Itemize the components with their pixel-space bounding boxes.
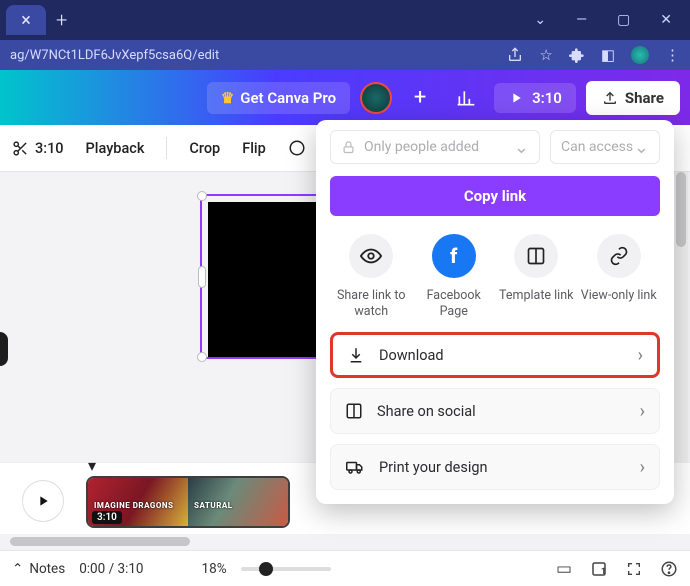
facebook-icon: f bbox=[432, 234, 476, 278]
resize-handle-bl[interactable] bbox=[197, 352, 207, 362]
new-tab-button[interactable]: + bbox=[56, 8, 67, 32]
share-social-option[interactable]: Share on social › bbox=[330, 388, 660, 434]
share-url-icon[interactable] bbox=[507, 47, 523, 63]
address-url[interactable]: ag/W7NCt1LDF6JvXepf5csa6Q/edit bbox=[10, 48, 219, 63]
bookmark-star-icon[interactable]: ☆ bbox=[539, 46, 552, 64]
trim-tool[interactable]: 3:10 bbox=[12, 140, 64, 157]
copy-link-button[interactable]: Copy link bbox=[330, 176, 660, 216]
notes-toggle[interactable]: ⌃ Notes bbox=[12, 561, 65, 577]
get-pro-label: Get Canva Pro bbox=[240, 89, 336, 107]
window-minimize-icon[interactable]: — bbox=[576, 12, 587, 28]
help-icon[interactable] bbox=[660, 560, 678, 578]
download-icon bbox=[347, 346, 365, 364]
chevron-up-icon: ⌃ bbox=[12, 561, 23, 577]
access-perm-label: Can access bbox=[561, 139, 633, 155]
social-icon bbox=[345, 402, 363, 420]
timeline-playhead-icon[interactable]: ▾ bbox=[88, 456, 96, 475]
timeline-clips[interactable]: IMAGINE DRAGONS 3:10 SATURAL bbox=[86, 476, 290, 528]
trim-time: 3:10 bbox=[35, 140, 64, 157]
play-icon bbox=[508, 90, 524, 106]
share-watch-link[interactable]: Share link to watch bbox=[331, 234, 411, 319]
download-option[interactable]: Download › bbox=[330, 332, 660, 378]
view-grid-icon[interactable]: ▭ bbox=[556, 559, 572, 579]
access-people-select[interactable]: Only people added ⌄ bbox=[330, 130, 540, 164]
chevron-right-icon: › bbox=[638, 345, 643, 366]
crown-icon: ♛ bbox=[221, 89, 234, 107]
vertical-scrollbar[interactable] bbox=[674, 172, 688, 462]
share-button[interactable]: Share bbox=[586, 81, 680, 115]
notes-label: Notes bbox=[29, 561, 65, 577]
share-watch-label: Share link to watch bbox=[331, 288, 411, 319]
more-tool[interactable] bbox=[288, 139, 306, 157]
upload-icon bbox=[602, 90, 618, 106]
zoom-knob[interactable] bbox=[259, 562, 273, 576]
timeline-play-button[interactable] bbox=[22, 480, 64, 522]
scroll-thumb[interactable] bbox=[10, 537, 190, 546]
share-viewonly-label: View-only link bbox=[581, 288, 657, 304]
resize-handle-left[interactable] bbox=[198, 266, 206, 288]
chevron-down-icon[interactable]: ⌄ bbox=[534, 12, 546, 28]
share-panel: Only people added ⌄ Can access ⌄ Copy li… bbox=[316, 120, 674, 504]
eye-icon bbox=[349, 234, 393, 278]
download-label: Download bbox=[379, 347, 444, 364]
print-label: Print your design bbox=[379, 459, 488, 476]
chevron-down-icon: ⌄ bbox=[634, 137, 649, 158]
clip-title: SATURAL bbox=[194, 501, 233, 510]
print-option[interactable]: Print your design › bbox=[330, 444, 660, 490]
template-icon bbox=[514, 234, 558, 278]
scissors-icon bbox=[12, 140, 29, 157]
share-label: Share bbox=[625, 89, 664, 107]
horizontal-scrollbar[interactable] bbox=[0, 534, 690, 550]
chevron-right-icon: › bbox=[640, 401, 645, 422]
chevron-right-icon: › bbox=[640, 457, 645, 478]
share-template-link[interactable]: Template link bbox=[496, 234, 576, 319]
view-pages-icon[interactable]: 1 bbox=[590, 560, 608, 578]
zoom-slider[interactable] bbox=[241, 567, 331, 571]
playback-tool[interactable]: Playback bbox=[86, 140, 145, 157]
share-template-label: Template link bbox=[499, 288, 573, 304]
get-pro-button[interactable]: ♛ Get Canva Pro bbox=[207, 82, 350, 114]
window-maximize-icon[interactable]: ▢ bbox=[617, 12, 630, 28]
clip-duration: 3:10 bbox=[92, 511, 122, 524]
timeline-clip[interactable]: IMAGINE DRAGONS 3:10 bbox=[88, 478, 188, 526]
resize-handle-tl[interactable] bbox=[197, 191, 207, 201]
share-social-label: Share on social bbox=[377, 403, 476, 420]
print-truck-icon bbox=[345, 458, 365, 476]
timeline-clip[interactable]: SATURAL bbox=[188, 478, 288, 526]
window-close-icon[interactable]: ✕ bbox=[660, 12, 672, 28]
avatar[interactable] bbox=[360, 82, 392, 114]
zoom-percent: 18% bbox=[202, 561, 227, 577]
analytics-icon[interactable] bbox=[448, 80, 484, 116]
access-perm-select[interactable]: Can access ⌄ bbox=[550, 130, 660, 164]
fullscreen-icon[interactable] bbox=[626, 561, 642, 577]
side-panel-toggle[interactable] bbox=[0, 332, 8, 366]
extension-badge-icon[interactable] bbox=[631, 46, 649, 64]
copy-link-label: Copy link bbox=[464, 187, 526, 205]
clip-title: IMAGINE DRAGONS bbox=[94, 501, 174, 510]
lock-icon bbox=[341, 140, 356, 155]
add-button[interactable]: + bbox=[402, 80, 438, 116]
panel-icon[interactable]: ◧ bbox=[601, 46, 615, 64]
link-icon bbox=[597, 234, 641, 278]
share-viewonly-link[interactable]: View-only link bbox=[579, 234, 659, 319]
present-button[interactable]: 3:10 bbox=[494, 83, 576, 113]
share-facebook[interactable]: f Facebook Page bbox=[414, 234, 494, 319]
time-indicator: 0:00 / 3:10 bbox=[79, 561, 143, 577]
extensions-puzzle-icon[interactable] bbox=[569, 47, 585, 63]
chevron-down-icon: ⌄ bbox=[514, 137, 529, 158]
scroll-thumb[interactable] bbox=[676, 172, 686, 247]
share-facebook-label: Facebook Page bbox=[414, 288, 494, 319]
access-people-label: Only people added bbox=[364, 139, 479, 155]
present-time: 3:10 bbox=[532, 89, 562, 107]
browser-tab[interactable]: × bbox=[6, 5, 46, 35]
browser-menu-icon[interactable]: ⋮ bbox=[665, 46, 680, 64]
crop-tool[interactable]: Crop bbox=[189, 140, 220, 157]
flip-tool[interactable]: Flip bbox=[242, 140, 266, 157]
